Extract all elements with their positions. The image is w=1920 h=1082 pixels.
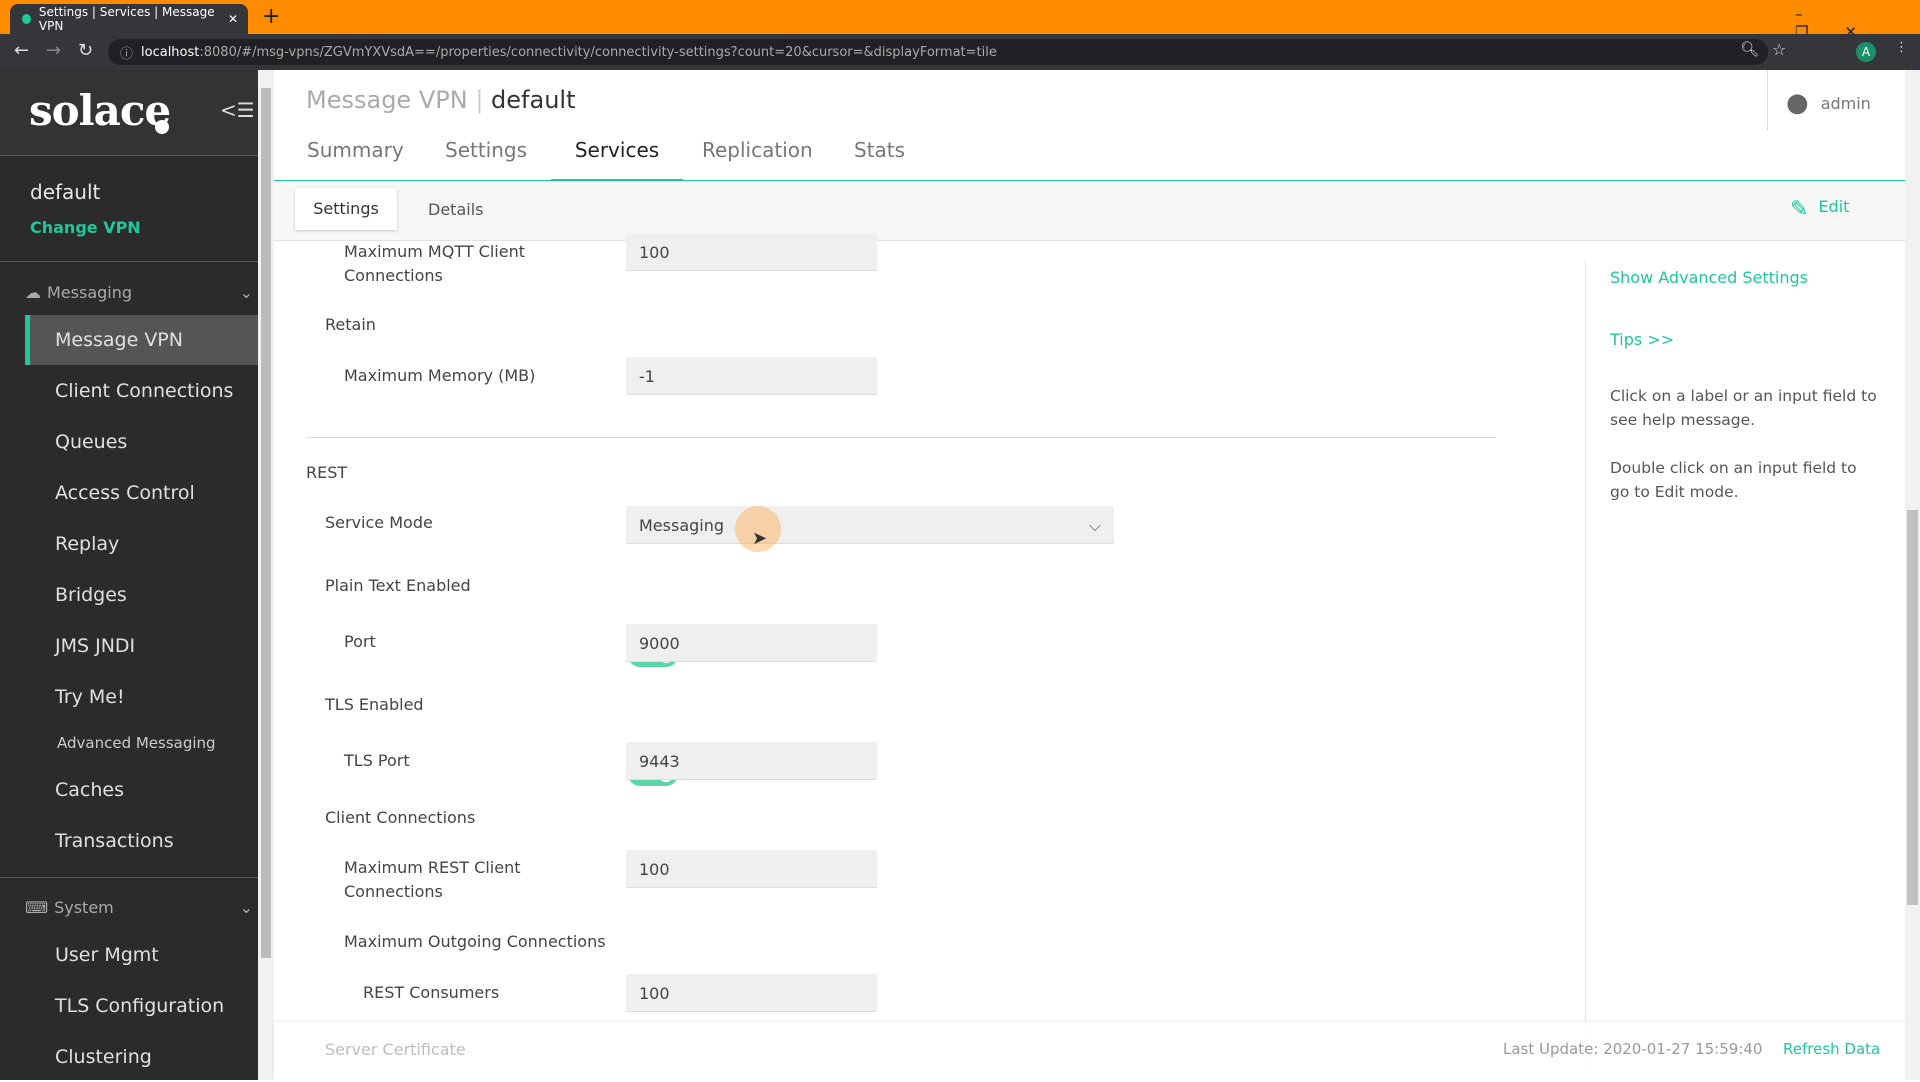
tab-summary[interactable]: Summary bbox=[307, 138, 404, 162]
label-max-rest[interactable]: Maximum REST Client Connections bbox=[344, 856, 544, 904]
divider bbox=[0, 877, 258, 878]
max-rest-field[interactable]: 100 bbox=[626, 850, 877, 888]
divider bbox=[1585, 260, 1586, 1075]
section-client-connections: Client Connections bbox=[325, 808, 476, 827]
service-mode-select[interactable]: Messaging ⌵ bbox=[626, 506, 1114, 544]
system-icon: ⌨ bbox=[25, 898, 49, 917]
sidebar-item-queues[interactable]: Queues bbox=[25, 417, 258, 467]
select-value: Messaging bbox=[639, 516, 725, 535]
sidebar-item-access-control[interactable]: Access Control bbox=[25, 468, 258, 518]
port-field[interactable]: 9000 bbox=[626, 624, 877, 662]
zoom-icon[interactable]: 🔍︎ bbox=[1740, 40, 1759, 58]
page-scrollbar[interactable] bbox=[1905, 70, 1920, 1080]
divider bbox=[306, 437, 1496, 438]
max-mqtt-field[interactable]: 100 bbox=[626, 233, 877, 271]
logo-dot bbox=[155, 120, 169, 134]
sidebar-scrollbar[interactable] bbox=[258, 70, 274, 1080]
sidebar: solace <☰ default Change VPN ☁ Messaging ⌄… bbox=[0, 70, 258, 1080]
tab-title: Settings | Services | Message VPN bbox=[38, 5, 215, 33]
edit-label: Edit bbox=[1818, 197, 1850, 216]
footer-bar: Last Update: 2020-01-27 15:59:40 Refresh… bbox=[274, 1022, 1905, 1080]
close-tab-icon[interactable]: ✕ bbox=[228, 12, 238, 26]
sidebar-item-bridges[interactable]: Bridges bbox=[25, 570, 258, 620]
sidebar-item-tls-configuration[interactable]: TLS Configuration bbox=[25, 981, 258, 1031]
sidebar-item-advanced-messaging[interactable]: Advanced Messaging bbox=[25, 718, 258, 768]
section-rest: REST bbox=[306, 463, 348, 482]
tab-replication[interactable]: Replication bbox=[702, 138, 813, 162]
rest-consumers-field[interactable]: 100 bbox=[626, 974, 877, 1012]
sidebar-item-client-connections[interactable]: Client Connections bbox=[25, 366, 258, 416]
user-name: admin bbox=[1820, 93, 1871, 113]
label-max-mqtt[interactable]: Maximum MQTT Client Connections bbox=[344, 240, 544, 288]
chevron-down-icon: ⌄ bbox=[239, 898, 253, 917]
logo-area: solace <☰ bbox=[0, 70, 258, 156]
sidebar-item-transactions[interactable]: Transactions bbox=[25, 816, 258, 866]
profile-avatar[interactable]: A bbox=[1856, 42, 1876, 62]
group-label: System bbox=[54, 898, 114, 917]
show-advanced-settings-link[interactable]: Show Advanced Settings bbox=[1610, 268, 1808, 287]
sidebar-item-jms-jndi[interactable]: JMS JNDI bbox=[25, 621, 258, 671]
label-max-memory[interactable]: Maximum Memory (MB) bbox=[344, 366, 535, 385]
label-rest-consumers[interactable]: REST Consumers bbox=[363, 983, 499, 1002]
url-input[interactable]: ⓘ localhost:8080/#/msg-vpns/ZGVmYXVsdA==/… bbox=[108, 39, 1768, 65]
change-vpn-link[interactable]: Change VPN bbox=[30, 218, 141, 237]
subtab-bar bbox=[274, 181, 1905, 241]
browser-tab[interactable]: Settings | Services | Message VPN ✕ bbox=[10, 4, 248, 34]
help-text: Double click on an input field to go to … bbox=[1610, 459, 1857, 501]
browser-tab-bar: Settings | Services | Message VPN ✕ + –❐✕ bbox=[0, 0, 1920, 41]
help-text: Click on a label or an input field to se… bbox=[1610, 387, 1877, 429]
cloud-icon: ☁ bbox=[25, 283, 41, 302]
sidebar-item-replay[interactable]: Replay bbox=[25, 519, 258, 569]
solace-logo: solace bbox=[29, 86, 171, 135]
edit-button[interactable]: ✎ Edit bbox=[1790, 197, 1849, 222]
label-tls-port[interactable]: TLS Port bbox=[344, 751, 410, 770]
sidebar-item-try-me[interactable]: Try Me! bbox=[25, 672, 258, 722]
last-update: Last Update: 2020-01-27 15:59:40 bbox=[1503, 1040, 1763, 1058]
tab-settings[interactable]: Settings bbox=[445, 138, 527, 162]
collapse-sidebar-icon[interactable]: <☰ bbox=[220, 98, 255, 122]
sidebar-item-message-vpn[interactable]: Message VPN bbox=[25, 315, 258, 365]
max-memory-field[interactable]: -1 bbox=[626, 357, 877, 395]
subtab-details[interactable]: Details bbox=[428, 200, 483, 219]
address-bar: ← → ↻ ⓘ localhost:8080/#/msg-vpns/ZGVmYXV… bbox=[0, 34, 1920, 70]
info-icon: ⓘ bbox=[120, 46, 134, 62]
refresh-data-button[interactable]: Refresh Data bbox=[1783, 1040, 1880, 1058]
vpn-name: default bbox=[30, 180, 101, 204]
chevron-down-icon: ⌵ bbox=[1088, 516, 1101, 535]
subtab-settings[interactable]: Settings bbox=[295, 188, 397, 230]
tls-port-field[interactable]: 9443 bbox=[626, 742, 877, 780]
main-content: Message VPN | default ● admin Summary Set… bbox=[274, 70, 1905, 1080]
user-menu[interactable]: ● admin bbox=[1786, 88, 1871, 118]
tab-services[interactable]: Services bbox=[551, 126, 683, 182]
menu-icon[interactable]: ⋮ bbox=[1895, 40, 1908, 55]
back-icon[interactable]: ← bbox=[14, 40, 29, 61]
bookmark-star-icon[interactable]: ☆ bbox=[1772, 40, 1786, 59]
label-service-mode[interactable]: Service Mode bbox=[325, 513, 433, 532]
chevron-down-icon: ⌄ bbox=[239, 283, 253, 302]
tab-stats[interactable]: Stats bbox=[854, 138, 905, 162]
page-title: Message VPN | default bbox=[306, 86, 576, 114]
section-retain: Retain bbox=[325, 315, 376, 334]
group-messaging[interactable]: ☁ Messaging ⌄ bbox=[25, 283, 253, 302]
reload-icon[interactable]: ↻ bbox=[78, 40, 93, 61]
divider bbox=[1767, 70, 1768, 130]
label-server-certificate: Server Certificate bbox=[325, 1040, 466, 1059]
tips-link[interactable]: Tips >> bbox=[1610, 330, 1674, 349]
favicon-icon bbox=[22, 14, 31, 24]
sidebar-item-clustering[interactable]: Clustering bbox=[25, 1032, 258, 1082]
sidebar-item-caches[interactable]: Caches bbox=[25, 765, 258, 815]
label-tls-enabled[interactable]: TLS Enabled bbox=[325, 695, 424, 714]
forward-icon[interactable]: → bbox=[46, 40, 61, 61]
label-port[interactable]: Port bbox=[344, 632, 376, 651]
label-plain-text[interactable]: Plain Text Enabled bbox=[325, 576, 471, 595]
divider bbox=[0, 261, 258, 262]
label-max-outgoing: Maximum Outgoing Connections bbox=[344, 932, 606, 951]
new-tab-icon[interactable]: + bbox=[262, 4, 280, 29]
mouse-cursor-icon: ➤ bbox=[752, 528, 768, 549]
sidebar-item-user-mgmt[interactable]: User Mgmt bbox=[25, 930, 258, 980]
group-system[interactable]: ⌨ System ⌄ bbox=[25, 898, 253, 917]
pencil-icon: ✎ bbox=[1790, 197, 1809, 222]
group-label: Messaging bbox=[47, 283, 133, 302]
user-icon: ● bbox=[1786, 88, 1809, 118]
